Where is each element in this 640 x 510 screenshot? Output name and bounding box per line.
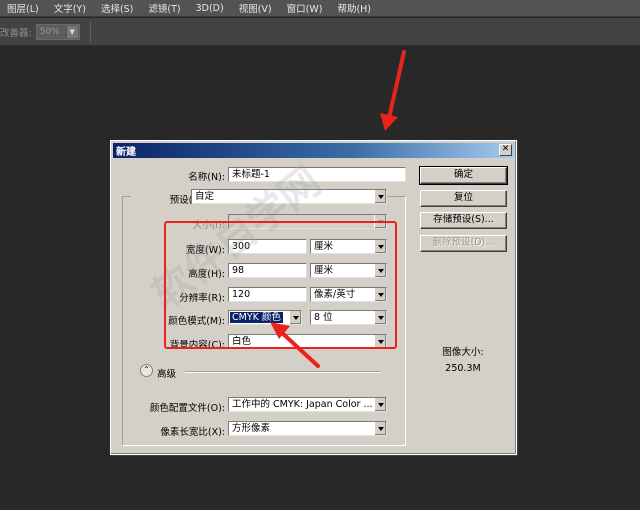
bit-depth-value: 8 位 — [314, 312, 333, 323]
color-profile-value: 工作中的 CMYK: Japan Color ... — [232, 399, 373, 410]
reset-button-label: 复位 — [453, 192, 473, 203]
chevron-down-icon — [374, 240, 386, 253]
color-profile-label: 颜色配置文件(O): — [149, 403, 225, 414]
menu-layer[interactable]: 图层(L) — [0, 1, 47, 15]
size-label: 大小(I): — [192, 220, 225, 231]
width-value: 300 — [232, 241, 251, 252]
reset-button[interactable]: 复位 — [420, 190, 507, 207]
background-select[interactable]: 白色 — [228, 334, 387, 349]
advanced-toggle-icon[interactable]: ⌃ — [140, 364, 153, 377]
menu-3d[interactable]: 3D(D) — [189, 3, 232, 14]
width-label: 宽度(W): — [185, 245, 225, 256]
options-label: 改善器: — [0, 27, 32, 39]
ok-button[interactable]: 确定 — [419, 166, 508, 185]
color-profile-select[interactable]: 工作中的 CMYK: Japan Color ... — [228, 397, 387, 412]
background-label: 背景内容(C): — [169, 340, 225, 351]
chevron-down-icon — [374, 311, 386, 324]
height-label: 高度(H): — [188, 269, 225, 280]
menu-view[interactable]: 视图(V) — [232, 1, 280, 15]
chevron-down-icon — [374, 422, 386, 435]
close-button[interactable]: ✕ — [499, 144, 512, 156]
pixel-aspect-label: 像素长宽比(X): — [160, 427, 225, 438]
menu-filter[interactable]: 滤镜(T) — [141, 1, 188, 15]
delete-preset-button: 删除预设(D)... — [420, 235, 507, 252]
resolution-unit-select[interactable]: 像素/英寸 — [310, 287, 387, 302]
background-value: 白色 — [232, 336, 252, 347]
chevron-down-icon — [289, 311, 301, 324]
chevron-down-icon — [374, 335, 386, 348]
chevron-down-icon: ▼ — [65, 25, 78, 38]
height-unit-select[interactable]: 厘米 — [310, 263, 387, 278]
image-size-label: 图像大小: — [442, 347, 484, 358]
advanced-label[interactable]: 高级 — [157, 366, 181, 380]
dialog-title: 新建 — [116, 147, 136, 158]
name-value: 未标题-1 — [232, 169, 270, 180]
height-unit: 厘米 — [314, 265, 334, 276]
image-size-value: 250.3M — [445, 363, 481, 374]
chevron-down-icon — [374, 190, 386, 203]
new-document-dialog: 新建 ✕ 名称(N): 未标题-1 预设(P): 自定 大小(I): 宽度(W)… — [110, 140, 517, 455]
name-label: 名称(N): — [188, 172, 225, 183]
save-preset-label: 存储预设(S)... — [433, 214, 494, 225]
pixel-aspect-value: 方形像素 — [232, 423, 271, 434]
menu-type[interactable]: 文字(Y) — [47, 1, 94, 15]
menu-window[interactable]: 窗口(W) — [280, 1, 331, 15]
menubar: 图层(L) 文字(Y) 选择(S) 滤镜(T) 3D(D) 视图(V) 窗口(W… — [0, 0, 640, 17]
chevron-down-icon — [374, 288, 386, 301]
color-mode-label: 颜色模式(M): — [168, 316, 225, 327]
color-mode-value: CMYK 颜色 — [230, 312, 283, 323]
color-mode-select[interactable]: CMYK 颜色 — [228, 310, 302, 325]
dialog-titlebar[interactable]: 新建 ✕ — [113, 143, 514, 158]
height-input[interactable]: 98 — [228, 263, 307, 278]
resolution-unit: 像素/英寸 — [314, 289, 356, 300]
resolution-value: 120 — [232, 289, 251, 300]
ok-button-label: 确定 — [453, 169, 473, 180]
bit-depth-select[interactable]: 8 位 — [310, 310, 387, 325]
menu-help[interactable]: 帮助(H) — [330, 1, 379, 15]
resolution-input[interactable]: 120 — [228, 287, 307, 302]
options-value-select[interactable]: 50% ▼ — [35, 23, 80, 40]
preset-value: 自定 — [195, 191, 215, 202]
advanced-divider — [185, 371, 381, 373]
name-input[interactable]: 未标题-1 — [228, 167, 406, 182]
delete-preset-label: 删除预设(D)... — [432, 237, 495, 248]
width-unit-select[interactable]: 厘米 — [310, 239, 387, 254]
menu-select[interactable]: 选择(S) — [94, 1, 141, 15]
height-value: 98 — [232, 265, 245, 276]
width-unit: 厘米 — [314, 241, 334, 252]
chevron-down-icon — [374, 398, 386, 411]
save-preset-button[interactable]: 存储预设(S)... — [420, 212, 507, 229]
chevron-down-icon — [374, 264, 386, 277]
resolution-label: 分辨率(R): — [179, 293, 225, 304]
options-separator — [89, 21, 91, 42]
options-value: 50% — [39, 26, 60, 37]
preset-select[interactable]: 自定 — [191, 189, 387, 204]
width-input[interactable]: 300 — [228, 239, 307, 254]
close-icon: ✕ — [501, 144, 510, 154]
size-select — [228, 214, 387, 229]
options-bar: 改善器: 50% ▼ — [0, 18, 640, 46]
chevron-down-icon — [374, 215, 386, 228]
pixel-aspect-select[interactable]: 方形像素 — [228, 421, 387, 436]
